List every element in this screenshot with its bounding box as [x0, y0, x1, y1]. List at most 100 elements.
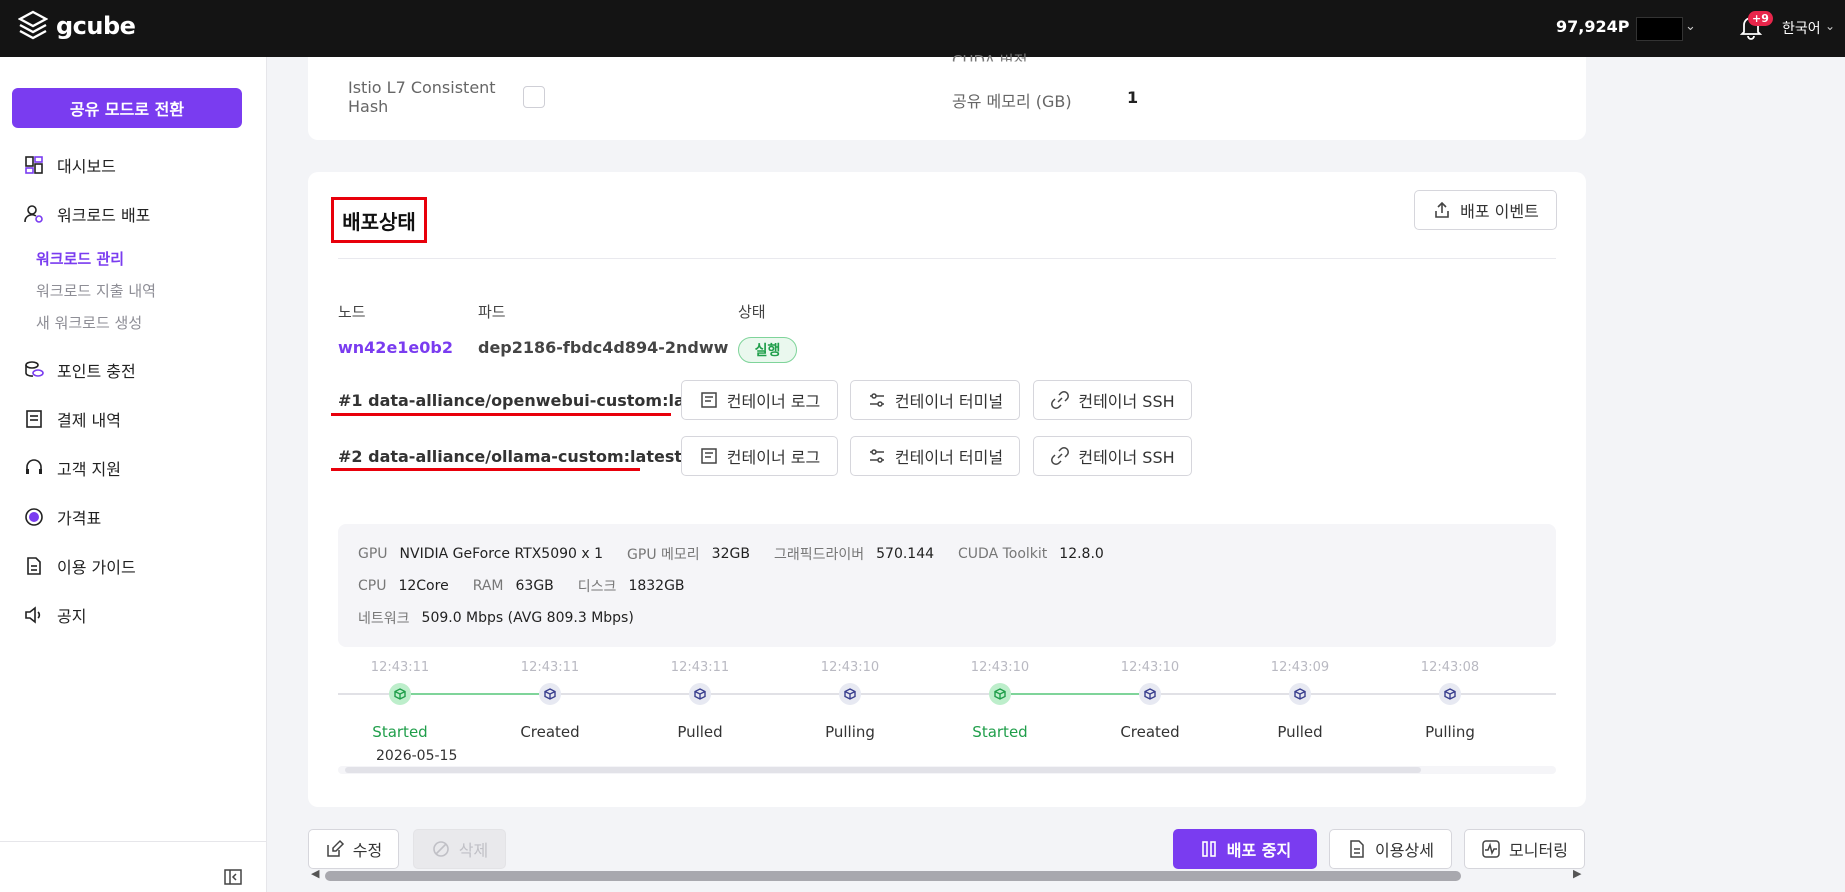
timeline-label: Started: [372, 723, 428, 741]
sidebar: 공유 모드로 전환 대시보드 워크로드 배포 워크로드 관리 워크로드 지출 내…: [0, 57, 267, 892]
timeline-node: [1439, 683, 1461, 705]
page-scroll-thumb[interactable]: [325, 871, 1461, 881]
node-header: 노드: [338, 303, 366, 321]
deploy-event-button[interactable]: 배포 이벤트: [1414, 190, 1557, 230]
link-icon: [1051, 391, 1070, 409]
monitoring-button[interactable]: 모니터링: [1464, 829, 1585, 869]
edit-button[interactable]: 수정: [308, 829, 399, 869]
cube-icon: [394, 688, 406, 700]
timeline-node: [1289, 683, 1311, 705]
monitor-icon: [1482, 840, 1500, 858]
container-ssh-button[interactable]: 컨테이너 SSH: [1033, 380, 1192, 420]
container-terminal-button[interactable]: 컨테이너 터미널: [850, 436, 1020, 476]
delete-button[interactable]: 삭제: [413, 829, 506, 869]
timeline-connector: [861, 693, 989, 695]
istio-hash-label: Istio L7 Consistent Hash: [348, 78, 496, 116]
sidebar-item-points[interactable]: 포인트 충전: [24, 358, 136, 382]
timeline-label: Started: [972, 723, 1028, 741]
user-menu[interactable]: [1636, 17, 1683, 41]
stop-deploy-button[interactable]: 배포 중지: [1173, 829, 1317, 869]
pause-icon: [1201, 841, 1216, 857]
dashboard-icon: [25, 156, 43, 174]
spec-key: CPU: [358, 578, 387, 594]
sidebar-subitem-workload-manage[interactable]: 워크로드 관리: [36, 248, 124, 269]
spec-key: 디스크: [577, 579, 617, 595]
language-selector[interactable]: 한국어: [1782, 18, 1821, 38]
scroll-right-icon[interactable]: ▶: [1573, 867, 1581, 880]
receipt-icon: [26, 410, 42, 428]
spec-value: 63GB: [515, 578, 554, 594]
sidebar-item-guide[interactable]: 이용 가이드: [24, 554, 136, 578]
status-badge: 실행: [738, 337, 797, 363]
timeline-label: Created: [520, 723, 580, 741]
spec-value: 12.8.0: [1059, 546, 1104, 562]
chevron-down-icon[interactable]: ⌄: [1685, 19, 1696, 34]
timeline-connector: [338, 693, 389, 695]
sliders-icon: [869, 393, 884, 407]
points-balance: 97,924P: [1556, 17, 1630, 36]
deploy-status-title-box: 배포상태: [331, 197, 427, 243]
istio-hash-checkbox[interactable]: [523, 86, 545, 108]
shared-memory-label: 공유 메모리 (GB): [952, 92, 1072, 111]
usage-detail-button[interactable]: 이용상세: [1329, 829, 1452, 869]
spec-value: NVIDIA GeForce RTX5090 x 1: [399, 546, 604, 562]
sidebar-subitem-new-workload[interactable]: 새 워크로드 생성: [36, 312, 142, 333]
cube-icon: [844, 688, 856, 700]
timeline-time: 12:43:11: [670, 660, 730, 675]
top-bar: gcube 97,924P ⌄ +9 한국어 ⌄: [0, 0, 1845, 57]
sidebar-item-dashboard[interactable]: 대시보드: [24, 153, 116, 177]
cube-icon: [694, 688, 706, 700]
timeline-date: 2026-05-15: [376, 748, 458, 764]
spec-key: 그래픽드라이버: [773, 547, 865, 563]
container-log-label: 컨테이너 로그: [726, 392, 821, 411]
sidebar-item-pricing[interactable]: 가격표: [24, 505, 101, 529]
logo-text: gcube: [56, 12, 136, 40]
coins-icon: [25, 361, 44, 377]
timeline-connector: [711, 693, 839, 695]
timeline-time: 12:43:11: [520, 660, 580, 675]
container-terminal-button[interactable]: 컨테이너 터미널: [850, 380, 1020, 420]
sidebar-item-support[interactable]: 고객 지원: [24, 456, 121, 480]
spec-value: 570.144: [876, 546, 935, 562]
timeline-scroll-thumb[interactable]: [345, 767, 1421, 773]
pod-header: 파드: [478, 303, 506, 321]
node-link[interactable]: wn42e1e0b2: [338, 338, 453, 357]
monitoring-label: 모니터링: [1509, 841, 1568, 860]
sidebar-subitem-workload-spending[interactable]: 워크로드 지출 내역: [36, 280, 156, 301]
spec-row-cpu: CPU 12Core RAM 63GB 디스크 1832GB: [358, 576, 709, 596]
sidebar-item-notice[interactable]: 공지: [24, 603, 86, 627]
notification-badge: +9: [1748, 11, 1773, 26]
chevron-down-icon[interactable]: ⌄: [1825, 19, 1835, 33]
scroll-left-icon[interactable]: ◀: [311, 867, 319, 880]
cube-icon: [1294, 688, 1306, 700]
timeline-time: 12:43:08: [1420, 660, 1480, 675]
sidebar-item-label: 공지: [57, 607, 87, 626]
timeline-time: 12:43:10: [970, 660, 1030, 675]
container-log-button[interactable]: 컨테이너 로그: [681, 380, 838, 420]
config-card: [308, 57, 1586, 140]
timeline-time: 12:43:10: [820, 660, 880, 675]
container-terminal-label: 컨테이너 터미널: [894, 392, 1004, 411]
spec-row-gpu: GPU NVIDIA GeForce RTX5090 x 1 GPU 메모리 3…: [358, 544, 1128, 564]
spec-value: 509.0 Mbps (AVG 809.3 Mbps): [421, 610, 634, 626]
sidebar-item-workload[interactable]: 워크로드 배포: [24, 202, 150, 226]
cube-icon: [544, 688, 556, 700]
ban-icon: [432, 841, 449, 857]
usage-detail-label: 이용상세: [1375, 841, 1434, 860]
container-ssh-button[interactable]: 컨테이너 SSH: [1033, 436, 1192, 476]
sidebar-item-payments[interactable]: 결제 내역: [24, 407, 121, 431]
timeline-label: Created: [1120, 723, 1180, 741]
logo[interactable]: gcube: [18, 10, 136, 42]
shared-mode-button[interactable]: 공유 모드로 전환: [12, 88, 242, 128]
card-divider: [338, 258, 1556, 259]
cube-icon: [1144, 688, 1156, 700]
container-terminal-label: 컨테이너 터미널: [894, 448, 1004, 467]
price-icon: [25, 508, 43, 526]
stop-deploy-label: 배포 중지: [1226, 841, 1292, 860]
sidebar-collapse-icon[interactable]: [223, 867, 243, 887]
timeline-connector: [1461, 693, 1556, 695]
container-log-button[interactable]: 컨테이너 로그: [681, 436, 838, 476]
container-ssh-label: 컨테이너 SSH: [1078, 392, 1175, 411]
spec-value: 12Core: [398, 578, 449, 594]
spec-key: GPU: [358, 546, 388, 562]
